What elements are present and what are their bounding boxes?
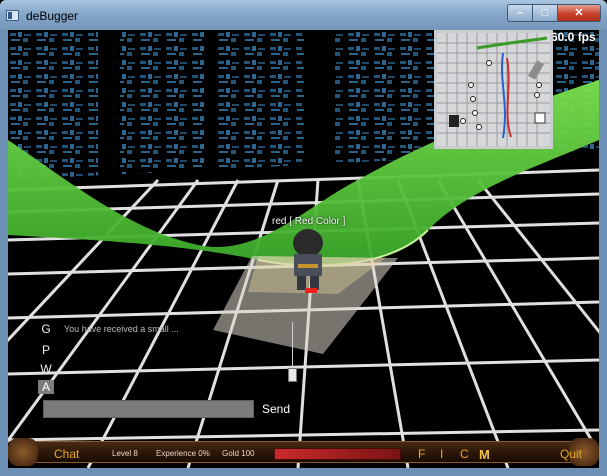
close-button[interactable]: ✕ xyxy=(558,4,601,22)
gold-readout: Gold 100 xyxy=(222,449,255,458)
chat-tab-party[interactable]: P xyxy=(38,343,54,357)
hud-i-button[interactable]: I xyxy=(440,447,443,461)
experience-readout: Experience 0% xyxy=(156,449,210,458)
chat-tab-all[interactable]: A xyxy=(38,380,54,394)
window-title: deBugger xyxy=(26,9,79,23)
bottom-hud: Chat Level 8 Experience 0% Gold 100 F I … xyxy=(8,438,599,468)
send-button[interactable]: Send xyxy=(262,402,290,416)
chat-tab-whisper[interactable]: W xyxy=(38,362,54,376)
player-nametag: red [ Red Color ] xyxy=(272,216,346,227)
scrollbar-thumb[interactable] xyxy=(288,368,297,382)
chat-scrollbar[interactable] xyxy=(288,322,297,382)
hud-c-button[interactable]: C xyxy=(460,447,469,461)
hud-f-button[interactable]: F xyxy=(418,447,425,461)
gold-bar xyxy=(274,448,401,460)
level-readout: Level 8 xyxy=(112,449,138,458)
hud-left-ornament xyxy=(8,438,38,466)
hud-m-button[interactable]: M xyxy=(479,447,490,462)
chat-message: You have received a small ... xyxy=(64,324,179,334)
minimize-button[interactable]: – xyxy=(507,4,533,22)
chat-panel: G P W A You have received a small ... Se… xyxy=(38,320,308,420)
game-viewport[interactable]: 60.0 fps red [Red Color] G P W A You h… xyxy=(8,30,599,468)
minimap-grid xyxy=(437,33,550,146)
window-controls: – □ ✕ xyxy=(507,4,601,22)
fps-counter: 60.0 fps xyxy=(551,30,596,44)
quit-button[interactable]: Quit xyxy=(560,447,582,461)
title-bar[interactable]: deBugger – □ ✕ xyxy=(0,0,607,30)
chat-input[interactable] xyxy=(43,400,254,418)
chat-tab-global[interactable]: G xyxy=(38,322,54,336)
app-icon xyxy=(6,10,19,21)
minimap[interactable] xyxy=(434,30,553,149)
chat-toggle-button[interactable]: Chat xyxy=(54,447,79,461)
game-window: deBugger – □ ✕ 60.0 fps red [Red Color … xyxy=(0,0,607,476)
maximize-button[interactable]: □ xyxy=(533,4,558,22)
